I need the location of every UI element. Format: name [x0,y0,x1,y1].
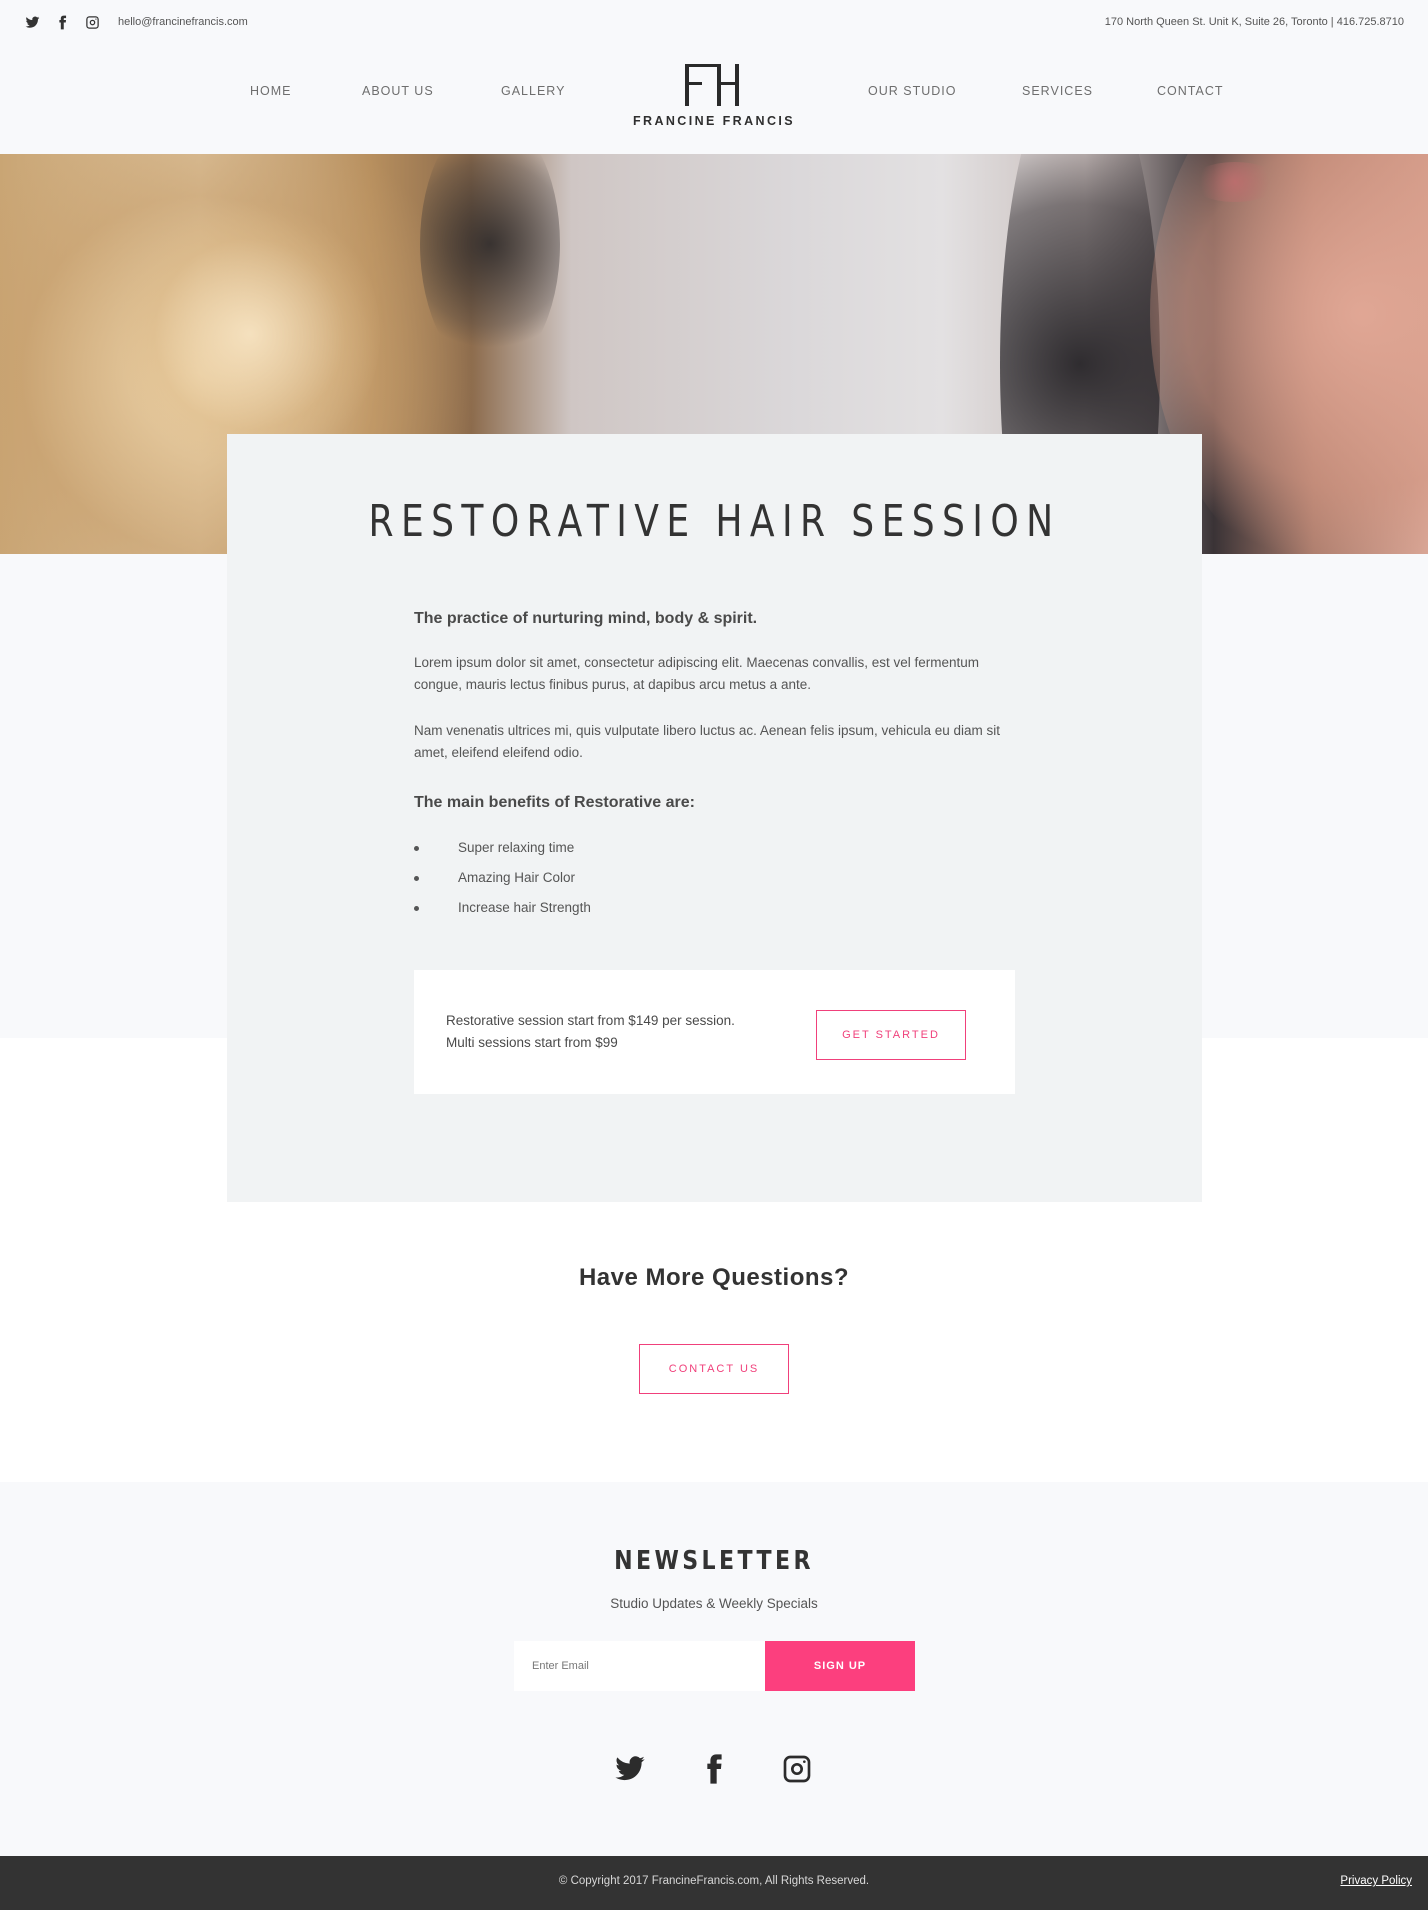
benefit-item: Increase hair Strength [414,900,1014,930]
facebook-icon[interactable] [54,14,70,30]
pricing-text: Restorative session start from $149 per … [446,1010,735,1054]
benefit-item: Super relaxing time [414,840,1014,870]
logo[interactable]: FRANCINE FRANCIS [612,62,816,128]
twitter-icon[interactable] [24,14,40,30]
get-started-button[interactable]: GET STARTED [816,1010,966,1060]
copyright: © Copyright 2017 FrancineFrancis.com, Al… [558,1875,870,1887]
page-title: RESTORATIVE HAIR SESSION [368,496,1061,547]
facebook-icon[interactable] [697,1752,731,1786]
twitter-icon[interactable] [613,1752,647,1786]
pricing-box: Restorative session start from $149 per … [414,970,1015,1094]
instagram-icon[interactable] [780,1752,814,1786]
nav-gallery[interactable]: GALLERY [501,84,565,98]
paragraph: Lorem ipsum dolor sit amet, consectetur … [414,655,979,692]
contact-us-button[interactable]: CONTACT US [639,1344,789,1394]
newsletter-title: NEWSLETTER [614,1546,814,1576]
address-phone: 170 North Queen St. Unit K, Suite 26, To… [1104,16,1404,28]
intro-subhead: The practice of nurturing mind, body & s… [414,610,758,627]
newsletter-email-input[interactable] [514,1641,765,1691]
nav-contact[interactable]: CONTACT [1157,84,1224,98]
paragraph: Nam venenatis ultrices mi, quis vulputat… [414,723,1001,760]
card-body: The practice of nurturing mind, body & s… [414,610,1014,930]
logo-text: FRANCINE FRANCIS [632,114,795,128]
price-line: Multi sessions start from $99 [446,1035,618,1050]
nav-about-us[interactable]: ABOUT US [362,84,434,98]
privacy-policy-link[interactable]: Privacy Policy [1340,1875,1412,1887]
email-link[interactable]: hello@francinefrancis.com [118,16,248,28]
questions-title: Have More Questions? [578,1264,850,1291]
nav-services[interactable]: SERVICES [1022,84,1093,98]
nav-home[interactable]: HOME [250,84,292,98]
top-bar-left: hello@francinefrancis.com [24,14,248,30]
benefits-heading: The main benefits of Restorative are: [414,794,695,811]
main-nav: HOME ABOUT US GALLERY FRANCINE FRANCIS O… [0,44,1428,154]
nav-our-studio[interactable]: OUR STUDIO [868,84,956,98]
newsletter-subtitle: Studio Updates & Weekly Specials [610,1596,818,1611]
logo-monogram [685,64,739,106]
price-line: Restorative session start from $149 per … [446,1013,735,1028]
sign-up-button[interactable]: SIGN UP [765,1641,915,1691]
benefit-item: Amazing Hair Color [414,870,1014,900]
benefits-list: Super relaxing time Amazing Hair Color I… [414,840,1014,930]
service-card: RESTORATIVE HAIR SESSION The practice of… [227,434,1202,1202]
top-bar: hello@francinefrancis.com 170 North Quee… [0,0,1428,44]
footer: © Copyright 2017 FrancineFrancis.com, Al… [0,1856,1428,1910]
instagram-icon[interactable] [84,14,100,30]
